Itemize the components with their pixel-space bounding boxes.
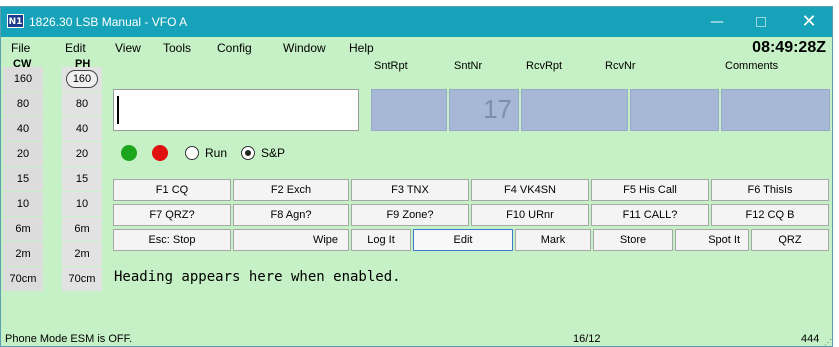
menu-view[interactable]: View <box>115 41 141 55</box>
ph-band-2m[interactable]: 2m <box>62 242 102 266</box>
menu-bar: File Edit View Tools Config Window Help … <box>1 37 832 57</box>
qrz-button[interactable]: QRZ <box>751 229 829 251</box>
f3-button[interactable]: F3 TNX <box>351 179 469 201</box>
cw-band-15[interactable]: 15 <box>3 167 43 191</box>
f1-button[interactable]: F1 CQ <box>113 179 231 201</box>
f2-button[interactable]: F2 Exch <box>233 179 349 201</box>
comments-header: Comments <box>725 60 779 72</box>
ph-band-20[interactable]: 20 <box>62 142 102 166</box>
close-button[interactable]: ✕ <box>787 7 831 37</box>
sntrpt-field[interactable] <box>371 89 447 131</box>
f11-button[interactable]: F11 CALL? <box>591 204 709 226</box>
rcvnr-field[interactable] <box>630 89 719 131</box>
heading-text: Heading appears here when enabled. <box>114 269 401 285</box>
title-bar[interactable]: N1 1826.30 LSB Manual - VFO A — ✕ <box>1 7 832 37</box>
menu-tools[interactable]: Tools <box>163 41 191 55</box>
comments-field[interactable] <box>721 89 830 131</box>
esm-status: Phone Mode ESM is OFF. <box>5 333 133 345</box>
f4-button[interactable]: F4 VK4SN <box>471 179 589 201</box>
f12-button[interactable]: F12 CQ B <box>711 204 829 226</box>
maximize-icon <box>756 16 766 27</box>
sp-radio-label[interactable]: S&P <box>261 146 285 160</box>
menu-file[interactable]: File <box>11 41 30 55</box>
edit-button[interactable]: Edit <box>413 229 513 251</box>
ph-band-10[interactable]: 10 <box>62 192 102 216</box>
menu-help[interactable]: Help <box>349 41 374 55</box>
minimize-icon: — <box>710 14 724 30</box>
maximize-button[interactable] <box>739 7 783 37</box>
close-icon: ✕ <box>801 11 817 32</box>
callsign-input[interactable] <box>113 89 359 131</box>
menu-edit[interactable]: Edit <box>65 41 86 55</box>
cw-band-10[interactable]: 10 <box>3 192 43 216</box>
ph-band-160[interactable]: 160 <box>62 67 102 91</box>
sntrpt-header: SntRpt <box>374 60 408 72</box>
app-logo-icon: N1 <box>7 14 24 28</box>
cw-band-160[interactable]: 160 <box>3 67 43 91</box>
ph-band-80[interactable]: 80 <box>62 92 102 116</box>
spot-it-button[interactable]: Spot It <box>675 229 749 251</box>
cw-band-80[interactable]: 80 <box>3 92 43 116</box>
cw-band-6m[interactable]: 6m <box>3 217 43 241</box>
red-status-led <box>152 145 168 161</box>
wipe-button[interactable]: Wipe <box>233 229 349 251</box>
f8-button[interactable]: F8 Agn? <box>233 204 349 226</box>
f9-button[interactable]: F9 Zone? <box>351 204 469 226</box>
f6-button[interactable]: F6 ThisIs <box>711 179 829 201</box>
mark-button[interactable]: Mark <box>515 229 591 251</box>
utc-clock: 08:49:28Z <box>752 39 826 56</box>
rcvrpt-field[interactable] <box>521 89 628 131</box>
run-radio[interactable] <box>185 146 199 160</box>
window-title: 1826.30 LSB Manual - VFO A <box>29 15 188 29</box>
n1mm-entry-window: N1 1826.30 LSB Manual - VFO A — ✕ File E… <box>0 6 833 347</box>
ph-band-15[interactable]: 15 <box>62 167 102 191</box>
text-cursor <box>117 96 119 124</box>
rcvnr-header: RcvNr <box>605 60 636 72</box>
status-count: 16/12 <box>573 333 601 345</box>
cw-band-40[interactable]: 40 <box>3 117 43 141</box>
run-radio-label[interactable]: Run <box>205 146 227 160</box>
green-status-led <box>121 145 137 161</box>
cw-band-70cm[interactable]: 70cm <box>3 267 43 291</box>
cw-band-20[interactable]: 20 <box>3 142 43 166</box>
radio-selected-dot <box>245 150 251 156</box>
esc-stop-button[interactable]: Esc: Stop <box>113 229 231 251</box>
rcvrpt-header: RcvRpt <box>526 60 563 72</box>
ph-band-70cm[interactable]: 70cm <box>62 267 102 291</box>
menu-config[interactable]: Config <box>217 41 252 55</box>
menu-window[interactable]: Window <box>283 41 326 55</box>
ph-band-40[interactable]: 40 <box>62 117 102 141</box>
status-bar: Phone Mode ESM is OFF. 16/12 444 ⋰ <box>1 328 832 347</box>
log-it-button[interactable]: Log It <box>351 229 411 251</box>
status-value: 444 <box>801 333 820 345</box>
f7-button[interactable]: F7 QRZ? <box>113 204 231 226</box>
f5-button[interactable]: F5 His Call <box>591 179 709 201</box>
f10-button[interactable]: F10 URnr <box>471 204 589 226</box>
sntnr-field[interactable]: 17 <box>449 89 519 131</box>
ph-band-6m[interactable]: 6m <box>62 217 102 241</box>
minimize-button[interactable]: — <box>695 7 739 37</box>
sp-radio[interactable] <box>241 146 255 160</box>
cw-band-2m[interactable]: 2m <box>3 242 43 266</box>
store-button[interactable]: Store <box>593 229 673 251</box>
sntnr-value: 17 <box>483 94 512 124</box>
sntnr-header: SntNr <box>454 60 483 72</box>
resize-grip-icon[interactable]: ⋰ <box>824 338 832 347</box>
